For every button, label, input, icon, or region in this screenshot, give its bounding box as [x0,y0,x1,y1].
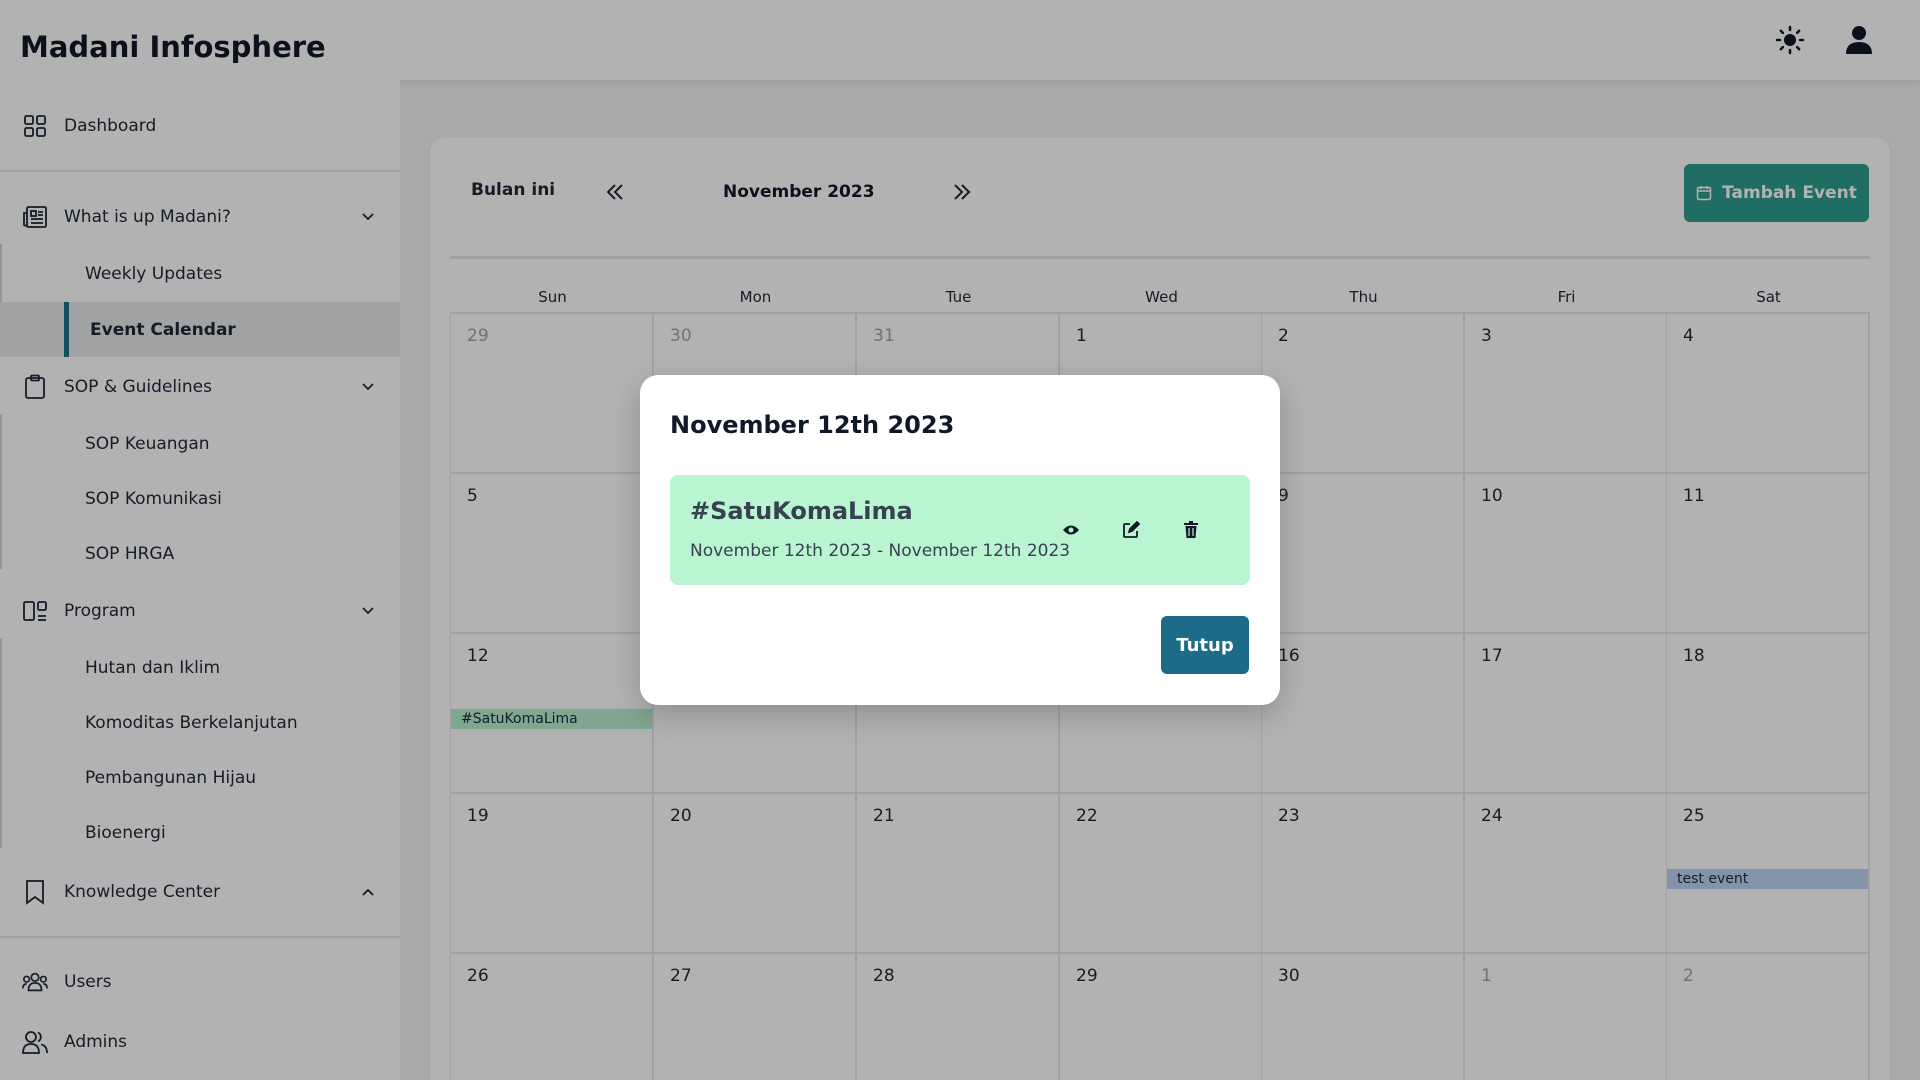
modal-title: November 12th 2023 [670,411,955,439]
eye-icon[interactable] [1058,517,1084,543]
event-card: #SatuKomaLima November 12th 2023 - Novem… [670,475,1250,585]
trash-icon[interactable] [1178,517,1204,543]
event-name: #SatuKomaLima [690,497,913,525]
event-dates: November 12th 2023 - November 12th 2023 [690,541,1071,561]
edit-icon[interactable] [1118,517,1144,543]
close-button[interactable]: Tutup [1161,616,1249,674]
day-events-modal: November 12th 2023 #SatuKomaLima Novembe… [640,375,1280,705]
